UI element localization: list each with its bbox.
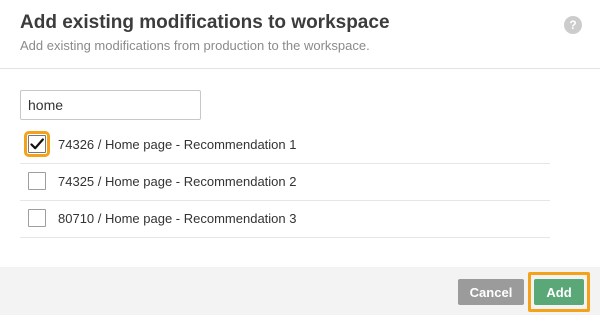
modification-list: 74326 / Home page - Recommendation 1 743… xyxy=(20,127,550,238)
cancel-button[interactable]: Cancel xyxy=(458,279,524,305)
checkbox[interactable] xyxy=(28,209,46,227)
list-item-label: 74326 / Home page - Recommendation 1 xyxy=(58,137,297,152)
list-item[interactable]: 80710 / Home page - Recommendation 3 xyxy=(20,201,550,238)
list-item-label: 80710 / Home page - Recommendation 3 xyxy=(58,211,297,226)
help-icon[interactable]: ? xyxy=(564,16,582,34)
add-modifications-dialog: Add existing modifications to workspace … xyxy=(0,0,600,315)
list-item[interactable]: 74326 / Home page - Recommendation 1 xyxy=(20,127,550,164)
dialog-title: Add existing modifications to workspace xyxy=(20,12,390,33)
dialog-header: Add existing modifications to workspace … xyxy=(0,0,600,69)
checkbox-checked[interactable] xyxy=(24,131,50,157)
list-item-label: 74325 / Home page - Recommendation 2 xyxy=(58,174,297,189)
check-icon xyxy=(30,138,44,150)
search-input[interactable] xyxy=(20,90,201,120)
dialog-subtitle: Add existing modifications from producti… xyxy=(20,38,370,53)
add-button[interactable]: Add xyxy=(534,279,584,305)
checkbox[interactable] xyxy=(28,172,46,190)
list-item[interactable]: 74325 / Home page - Recommendation 2 xyxy=(20,164,550,201)
